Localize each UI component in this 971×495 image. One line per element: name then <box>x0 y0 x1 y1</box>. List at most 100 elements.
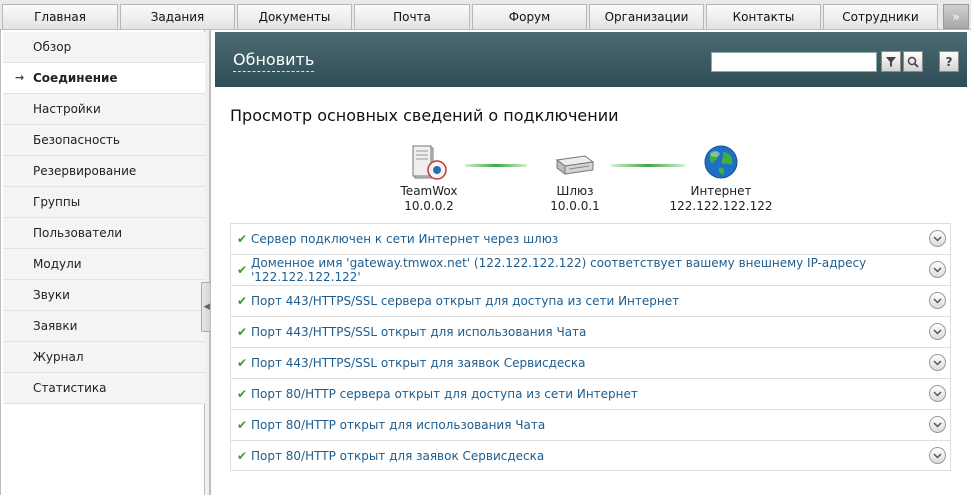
expand-button[interactable] <box>929 447 946 464</box>
sidebar-item-security[interactable]: Безопасность <box>3 125 205 156</box>
list-item[interactable]: ✔ Порт 80/HTTP открыт для использования … <box>230 409 951 440</box>
globe-icon <box>704 145 738 179</box>
server-node: TeamWox 10.0.0.2 <box>389 142 469 214</box>
sidebar-item-label: Пользователи <box>33 226 123 240</box>
checkmark-icon: ✔ <box>237 263 248 277</box>
chevron-down-icon <box>933 452 942 459</box>
sidebar-item-label: Соединение <box>33 71 118 85</box>
expand-button[interactable] <box>929 230 946 247</box>
gateway-name: Шлюз <box>556 184 594 198</box>
check-text: Порт 443/HTTPS/SSL открыт для использова… <box>251 325 587 339</box>
chevron-down-icon <box>933 359 942 366</box>
list-item[interactable]: ✔ Сервер подключен к сети Интернет через… <box>230 223 951 254</box>
connection-checks-list: ✔ Сервер подключен к сети Интернет через… <box>230 223 951 471</box>
sidebar-item-connection[interactable]: → Соединение <box>3 63 205 94</box>
internet-node: Интернет 122.122.122.122 <box>667 142 775 214</box>
help-button[interactable]: ? <box>939 51 959 72</box>
sidebar-item-label: Звуки <box>33 288 70 302</box>
check-text: Порт 80/HTTP сервера открыт для доступа … <box>251 387 638 401</box>
chevron-down-icon <box>933 235 942 242</box>
checkmark-icon: ✔ <box>237 356 248 370</box>
sidebar-item-journal[interactable]: Журнал <box>3 342 205 373</box>
checkmark-icon: ✔ <box>237 232 248 246</box>
expand-button[interactable] <box>929 292 946 309</box>
sidebar-item-label: Безопасность <box>33 133 120 147</box>
expand-button[interactable] <box>929 416 946 433</box>
search-input[interactable] <box>711 52 877 72</box>
list-item[interactable]: ✔ Порт 443/HTTPS/SSL открыт для использо… <box>230 316 951 347</box>
gateway-ip: 10.0.0.1 <box>550 199 600 213</box>
tab-forum[interactable]: Форум <box>472 4 587 29</box>
sidebar-item-label: Модули <box>33 257 82 271</box>
list-item[interactable]: ✔ Доменное имя 'gateway.tmwox.net' (122.… <box>230 254 951 285</box>
main-panel: Обновить ? Просмотр основных сведений о … <box>210 30 971 495</box>
sidebar-item-requests[interactable]: Заявки <box>3 311 205 342</box>
sidebar: Обзор → Соединение Настройки Безопасность… <box>0 30 205 495</box>
sidebar-item-overview[interactable]: Обзор <box>3 32 205 63</box>
check-text: Порт 443/HTTPS/SSL сервера открыт для до… <box>251 294 680 308</box>
sidebar-item-label: Настройки <box>33 102 101 116</box>
checkmark-icon: ✔ <box>237 325 248 339</box>
sidebar-item-label: Журнал <box>33 350 84 364</box>
sidebar-item-backup[interactable]: Резервирование <box>3 156 205 187</box>
arrow-right-icon: → <box>15 71 25 84</box>
tab-employees[interactable]: Сотрудники <box>823 4 938 29</box>
check-text: Порт 80/HTTP открыт для использования Ча… <box>251 418 546 432</box>
filter-button[interactable] <box>881 51 901 72</box>
sidebar-item-groups[interactable]: Группы <box>3 187 205 218</box>
server-ip: 10.0.0.2 <box>404 199 454 213</box>
refresh-link[interactable]: Обновить <box>233 50 315 72</box>
internet-name: Интернет <box>690 184 752 198</box>
list-item[interactable]: ✔ Порт 80/HTTP сервера открыт для доступ… <box>230 378 951 409</box>
chevron-down-icon <box>933 328 942 335</box>
list-item[interactable]: ✔ Порт 80/HTTP открыт для заявок Сервисд… <box>230 440 951 471</box>
filter-icon <box>886 56 896 67</box>
page-title: Просмотр основных сведений о подключении <box>230 106 619 125</box>
router-icon <box>555 155 595 175</box>
list-item[interactable]: ✔ Порт 443/HTTPS/SSL сервера открыт для … <box>230 285 951 316</box>
sidebar-item-label: Обзор <box>33 40 72 54</box>
chevron-down-icon <box>933 421 942 428</box>
sidebar-item-settings[interactable]: Настройки <box>3 94 205 125</box>
gateway-node: Шлюз 10.0.0.1 <box>535 142 615 214</box>
check-text: Порт 80/HTTP открыт для заявок Сервисдес… <box>251 448 545 463</box>
chevron-down-icon <box>933 390 942 397</box>
chevron-down-icon <box>933 266 942 273</box>
top-tab-bar: Главная Задания Документы Почта Форум Ор… <box>0 0 971 30</box>
expand-button[interactable] <box>929 323 946 340</box>
tab-mail[interactable]: Почта <box>354 4 470 29</box>
expand-button[interactable] <box>929 261 946 278</box>
sidebar-item-label: Группы <box>33 195 81 209</box>
check-text: Доменное имя 'gateway.tmwox.net' (122.12… <box>251 256 867 284</box>
checkmark-icon: ✔ <box>237 387 248 401</box>
expand-button[interactable] <box>929 385 946 402</box>
sidebar-item-label: Резервирование <box>33 164 137 178</box>
tab-home[interactable]: Главная <box>2 4 118 29</box>
sidebar-item-label: Заявки <box>33 319 78 333</box>
sidebar-item-users[interactable]: Пользователи <box>3 218 205 249</box>
list-item[interactable]: ✔ Порт 443/HTTPS/SSL открыт для заявок С… <box>230 347 951 378</box>
server-name: TeamWox <box>400 184 458 198</box>
expand-button[interactable] <box>929 354 946 371</box>
sidebar-item-label: Статистика <box>33 381 107 395</box>
sidebar-item-modules[interactable]: Модули <box>3 249 205 280</box>
checkmark-icon: ✔ <box>237 294 248 308</box>
connection-line <box>465 164 527 167</box>
server-icon <box>412 145 447 180</box>
search-icon <box>907 56 919 68</box>
tabs-more-button[interactable]: » <box>943 4 969 29</box>
tab-organizations[interactable]: Организации <box>589 4 704 29</box>
search-button[interactable] <box>903 51 923 72</box>
checkmark-icon: ✔ <box>237 449 248 463</box>
internet-ip: 122.122.122.122 <box>669 199 773 213</box>
toolbar: Обновить ? <box>215 32 967 87</box>
sidebar-item-sounds[interactable]: Звуки <box>3 280 205 311</box>
check-text: Порт 443/HTTPS/SSL открыт для заявок Сер… <box>251 356 586 370</box>
tab-contacts[interactable]: Контакты <box>706 4 821 29</box>
sidebar-item-statistics[interactable]: Статистика <box>3 373 205 404</box>
chevron-down-icon <box>933 297 942 304</box>
tab-documents[interactable]: Документы <box>237 4 352 29</box>
checkmark-icon: ✔ <box>237 418 248 432</box>
check-text: Сервер подключен к сети Интернет через ш… <box>251 232 559 246</box>
tab-tasks[interactable]: Задания <box>120 4 235 29</box>
